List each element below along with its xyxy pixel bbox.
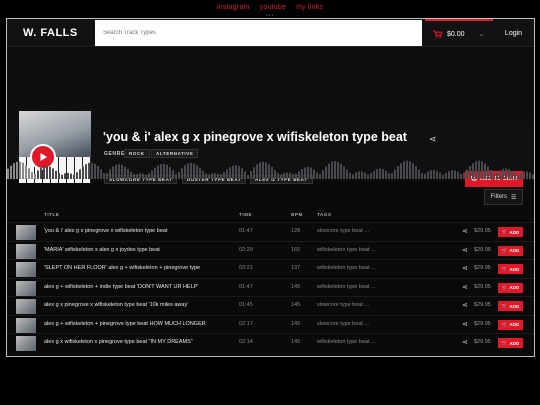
cart-total: $0.00 [447,30,465,38]
track-price: $29.95 [474,320,491,327]
filters-button[interactable]: Filters ☰ [484,189,523,205]
track-bpm: 137 [291,265,301,271]
filter-icon: ☰ [510,194,517,201]
track-thumbnail[interactable] [16,243,36,259]
track-title[interactable]: alex g + wifiskeleton + indie type beat … [44,284,198,290]
track-tags[interactable]: slowcore type beat ... [317,302,369,308]
table-row[interactable]: 'SLEPT ON HER FLOOR' alex g + wifiskelet… [7,259,534,278]
store-header: W. FALLS $0.00 ⌄ Login [7,19,534,47]
search-input[interactable] [95,20,422,46]
cart-button[interactable]: $0.00 ⌄ [425,19,493,47]
add-button[interactable]: 🛒 ADD [498,319,523,330]
cart-icon: 🛒 [501,247,508,253]
track-time: 02:17 [239,320,253,327]
track-thumbnail[interactable] [16,280,36,296]
chevron-down-icon: ⌄ [478,31,485,38]
track-price: $29.95 [474,265,491,271]
add-button[interactable]: 🛒 ADD [498,264,523,274]
cart-icon: 🛒 [501,266,508,271]
track-price: $29.95 [474,339,491,345]
table-row[interactable]: 'MARIA' wifiskeleton x alex g x joydes t… [7,240,534,260]
featured-title: 'you & i' alex g x pinegrove x wifiskele… [103,130,407,144]
cart-icon: 🛒 [501,284,508,290]
track-tags[interactable]: wifiskeleton type beat ... [317,247,376,253]
track-thumbnail[interactable] [16,336,36,351]
add-button[interactable]: 🛒 ADD [498,338,523,348]
share-icon[interactable]: ⋖ [462,338,468,346]
table-row[interactable]: alex g x pinegrove x wifiskeleton type b… [7,296,534,315]
instagram-link[interactable]: instagram [217,4,250,11]
track-time: 02:29 [239,246,253,253]
table-row[interactable]: alex g + wifiskeleton + indie type beat … [7,277,534,297]
track-thumbnail[interactable] [16,299,36,314]
table-row[interactable]: alex g + wifiskeleton + pinegrove type b… [7,314,534,334]
share-icon[interactable]: ⋖ [462,283,468,291]
track-title[interactable]: 'SLEPT ON HER FLOOR' alex g + wifiskelet… [44,265,200,271]
cart-icon: 🛒 [501,340,508,345]
track-time: 01:47 [239,228,253,234]
share-icon[interactable]: ⋖ [462,227,468,235]
cart-icon: 🛒 [501,303,508,308]
add-button[interactable]: 🛒 ADD [498,301,523,311]
track-tags[interactable]: wifiskeleton type beat ... [317,284,376,290]
my-links-link[interactable]: my links [296,4,323,11]
store-frame: W. FALLS $0.00 ⌄ Login 'you & i' alex g … [6,18,535,357]
track-title[interactable]: alex g + wifiskeleton + pinegrove type b… [44,321,206,327]
col-title: TITLE [44,212,60,217]
add-button[interactable]: 🛒 ADD [498,245,523,256]
login-button[interactable]: Login [493,19,534,47]
track-bpm: 128 [291,228,301,234]
track-time: 03:21 [239,265,253,271]
col-bpm: BPM [291,212,303,217]
track-list: 'you & i' alex g x pinegrove x wifiskele… [7,222,534,352]
share-icon[interactable]: ⋖ [462,301,468,309]
share-icon[interactable]: ⋖ [462,320,468,328]
track-time: 02:14 [239,339,253,345]
track-bpm: 165 [291,246,301,253]
track-time: 01:47 [239,283,253,290]
col-time: TIME [239,212,253,217]
track-title[interactable]: 'MARIA' wifiskeleton x alex g x joydes t… [44,247,160,253]
track-title[interactable]: alex g x wifiskeleton x pinegrove type b… [44,339,193,345]
add-button[interactable]: 🛒 ADD [498,282,523,293]
track-tags[interactable]: slowcore type beat ... [317,321,369,327]
share-icon[interactable]: ⋖ [462,264,468,272]
track-thumbnail[interactable] [16,317,36,333]
track-bpm: 145 [291,339,301,345]
track-tags[interactable]: wifiskeleton type beat ... [317,265,376,271]
youtube-link[interactable]: youtube [260,4,286,11]
table-header: TITLE TIME BPM TAGS [7,210,534,220]
track-time: 01:45 [239,302,253,308]
track-price: $29.95 [474,228,491,234]
top-links: instagram youtube my links [0,4,540,11]
store-logo[interactable]: W. FALLS [23,27,78,39]
share-icon[interactable]: ⋖ [429,134,437,145]
col-tags: TAGS [317,212,332,217]
table-row[interactable]: 'you & i' alex g x pinegrove x wifiskele… [7,222,534,241]
track-bpm: 145 [291,302,301,308]
cart-icon [433,30,442,38]
track-title[interactable]: 'you & i' alex g x pinegrove x wifiskele… [44,228,167,234]
track-thumbnail[interactable] [16,262,36,277]
track-thumbnail[interactable] [16,225,36,240]
track-bpm: 145 [291,283,301,290]
cart-icon: 🛒 [501,321,508,327]
waveform[interactable] [7,155,534,179]
cart-icon: 🛒 [501,229,508,234]
share-icon[interactable]: ⋖ [462,246,468,254]
add-button[interactable]: 🛒 ADD [498,227,523,237]
track-tags[interactable]: slowcore type beat ... [317,228,369,234]
track-price: $29.95 [474,302,491,308]
track-title[interactable]: alex g x pinegrove x wifiskeleton type b… [44,302,188,308]
track-price: $29.95 [474,246,491,253]
track-bpm: 145 [291,320,301,327]
track-price: $29.95 [474,283,491,290]
track-tags[interactable]: wifiskeleton type beat ... [317,339,376,345]
table-row[interactable]: alex g x wifiskeleton x pinegrove type b… [7,333,534,352]
